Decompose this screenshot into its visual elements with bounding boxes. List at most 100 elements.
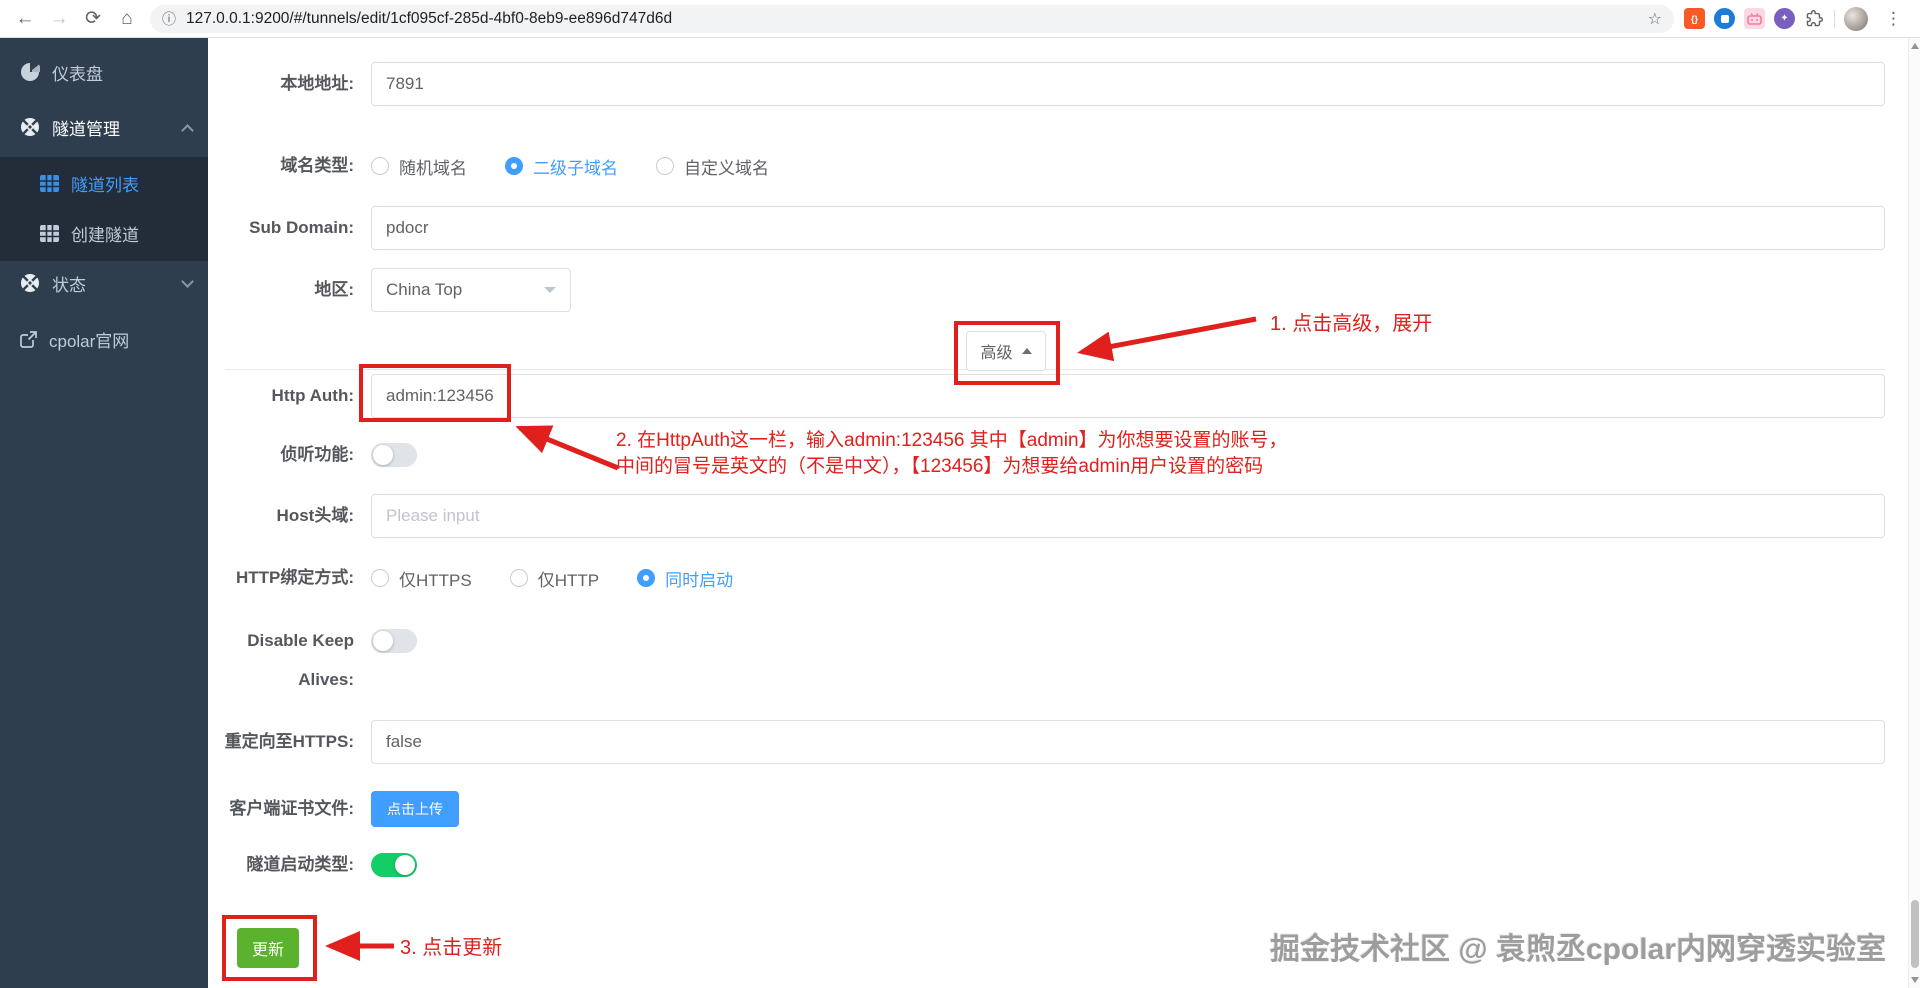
sidebar-item-create-tunnel[interactable]: 创建隧道 (0, 208, 208, 258)
radio-https-only[interactable]: 仅HTTPS (371, 566, 472, 591)
sidebar-item-tunnel-management[interactable]: 隧道管理 (0, 105, 208, 149)
extension-strip: {} ✦ ⋮ (1684, 6, 1920, 31)
sidebar-item-tunnel-list[interactable]: 隧道列表 (0, 158, 208, 208)
annotation-step2-line1: 2. 在HttpAuth这一栏，输入admin:123456 其中【admin】… (616, 430, 1288, 451)
advanced-toggle-button[interactable]: 高级 (966, 331, 1046, 371)
client-cert-label: 客户端证书文件: (229, 799, 354, 818)
radio-icon (371, 157, 389, 175)
radio-selected-icon (505, 157, 523, 175)
radio-icon (509, 569, 528, 587)
inspect-label: 侦听功能: (280, 445, 354, 464)
region-selected-value: China Top (386, 280, 463, 299)
domain-type-label: 域名类型: (280, 156, 354, 175)
radio-icon (656, 157, 674, 175)
extension-bilibili-icon[interactable] (1744, 8, 1765, 29)
browser-toolbar: ← → ⟳ ⌂ ⓘ 127.0.0.1:9200/#/tunnels/edit/… (0, 0, 1920, 38)
reload-icon[interactable]: ⟳ (76, 4, 110, 34)
toolbar-divider (1834, 9, 1835, 28)
extension-blue-icon[interactable] (1714, 8, 1735, 29)
disable-keep-alives-label-line1: Disable Keep (247, 631, 354, 650)
scroll-up-icon[interactable] (1911, 43, 1919, 49)
form-row-http-bind: HTTP绑定方式: 仅HTTPS 仅HTTP 同时启动 (208, 560, 1908, 596)
chevron-up-icon (181, 124, 194, 137)
address-bar[interactable]: ⓘ 127.0.0.1:9200/#/tunnels/edit/1cf095cf… (150, 4, 1674, 33)
radio-custom-domain[interactable]: 自定义域名 (656, 154, 769, 179)
url-text[interactable]: 127.0.0.1:9200/#/tunnels/edit/1cf095cf-2… (186, 10, 1640, 28)
annotation-arrow-1 (1077, 316, 1257, 362)
dashboard-gauge-icon (21, 63, 40, 81)
radio-both[interactable]: 同时启动 (637, 566, 733, 591)
tunnel-start-type-toggle[interactable] (371, 853, 417, 877)
form-row-host-header: Host头域: (208, 494, 1908, 538)
sidebar-item-label: 状态 (52, 275, 86, 295)
tunnel-start-type-label: 隧道启动类型: (246, 855, 354, 874)
annotation-step1: 1. 点击高级，展开 (1270, 313, 1433, 335)
update-button[interactable]: 更新 (237, 928, 299, 968)
local-address-label: 本地地址: (280, 74, 354, 93)
home-icon[interactable]: ⌂ (110, 4, 144, 34)
upload-button[interactable]: 点击上传 (371, 791, 459, 827)
watermark-text: 掘金技术社区 @ 袁煦丞cpolar内网穿透实验室 (1270, 933, 1886, 966)
local-address-input[interactable] (371, 62, 1885, 106)
sidebar-item-label: 仪表盘 (52, 64, 103, 84)
redirect-https-input[interactable] (371, 720, 1885, 764)
disable-keep-alives-toggle[interactable] (371, 629, 417, 653)
redirect-https-label: 重定向至HTTPS: (224, 732, 354, 751)
http-auth-label: Http Auth: (271, 386, 354, 405)
radio-subdomain[interactable]: 二级子域名 (505, 154, 618, 179)
extension-juejin-icon[interactable]: {} (1684, 8, 1705, 29)
table-create-icon (40, 224, 59, 242)
advanced-section-divider (225, 369, 1885, 370)
form-row-domain-type: 域名类型: 随机域名 二级子域名 自定义域名 (208, 148, 1908, 184)
sidebar-item-label: 创建隧道 (71, 225, 139, 245)
host-header-input[interactable] (371, 494, 1885, 538)
inspect-toggle[interactable] (371, 443, 417, 467)
region-label: 地区: (314, 280, 354, 299)
http-auth-input[interactable] (371, 374, 1885, 418)
page-info-icon[interactable]: ⓘ (162, 9, 176, 29)
disable-keep-alives-label-line2: Alives: (298, 670, 354, 689)
annotation-step2-line2: 中间的冒号是英文的（不是中文），【123456】为想要给admin用户设置的密码 (616, 456, 1264, 477)
page-scrollbar[interactable] (1908, 38, 1920, 988)
annotation-step3: 3. 点击更新 (400, 937, 503, 959)
form-row-region: 地区: China Top (208, 268, 1908, 312)
sidebar-item-cpolar-website[interactable]: cpolar官网 (0, 317, 208, 361)
back-icon[interactable]: ← (8, 4, 42, 34)
select-chevron-down-icon (544, 287, 556, 293)
form-row-tunnel-start-type: 隧道启动类型: (208, 853, 1908, 877)
forward-icon[interactable]: → (42, 4, 76, 34)
sidebar: 仪表盘 隧道管理 隧道列表 创建隧道 状态 cpolar官网 (0, 38, 208, 988)
sidebar-item-label: 隧道管理 (52, 119, 120, 139)
browser-menu-icon[interactable]: ⋮ (1877, 9, 1910, 29)
http-bind-label: HTTP绑定方式: (235, 568, 354, 587)
extension-purple-icon[interactable]: ✦ (1774, 8, 1795, 29)
scrollbar-thumb[interactable] (1911, 900, 1919, 968)
external-link-icon (20, 330, 37, 348)
form-row-redirect-https: 重定向至HTTPS: (208, 720, 1908, 764)
caret-up-icon (1021, 348, 1032, 354)
sidebar-item-label: cpolar官网 (49, 331, 130, 351)
radio-http-only[interactable]: 仅HTTP (509, 566, 599, 591)
annotation-step2: 2. 在HttpAuth这一栏，输入admin:123456 其中【admin】… (616, 428, 1288, 480)
radio-selected-icon (637, 569, 656, 587)
tunnel-wheel-icon (21, 118, 39, 136)
sidebar-item-status[interactable]: 状态 (0, 261, 208, 305)
form-row-local-address: 本地地址: (208, 62, 1908, 106)
tunnel-edit-form: 本地地址: 域名类型: 随机域名 二级子域名 自定义域名 Sub Domain:… (208, 38, 1908, 988)
sub-domain-label: Sub Domain: (249, 218, 354, 237)
form-row-http-auth: Http Auth: (208, 374, 1908, 418)
radio-icon (371, 569, 389, 587)
table-list-icon (40, 174, 59, 192)
extensions-puzzle-icon[interactable] (1804, 8, 1825, 29)
scroll-down-icon[interactable] (1911, 977, 1919, 983)
form-row-sub-domain: Sub Domain: (208, 206, 1908, 250)
region-select[interactable]: China Top (371, 268, 571, 312)
sub-domain-input[interactable] (371, 206, 1885, 250)
host-header-label: Host头域: (276, 506, 354, 525)
radio-random-domain[interactable]: 随机域名 (371, 154, 467, 179)
sidebar-item-dashboard[interactable]: 仪表盘 (0, 50, 208, 94)
sidebar-item-label: 隧道列表 (71, 175, 139, 195)
sidebar-submenu: 隧道列表 创建隧道 (0, 157, 208, 261)
bookmark-star-icon[interactable]: ☆ (1648, 9, 1662, 29)
profile-avatar[interactable] (1844, 6, 1868, 31)
